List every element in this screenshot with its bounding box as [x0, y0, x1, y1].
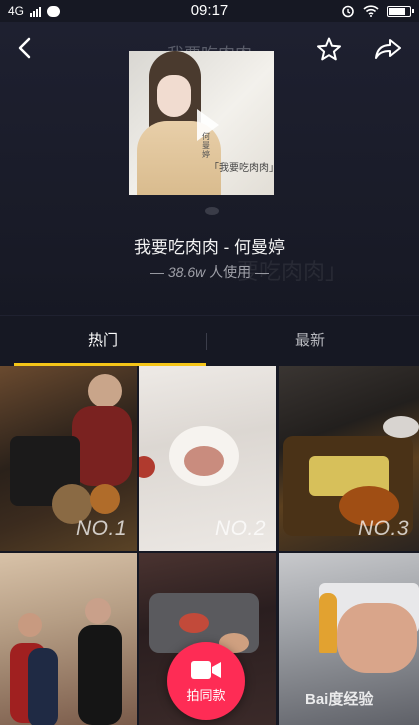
disc-decoration: [205, 207, 219, 215]
share-icon[interactable]: [374, 36, 402, 62]
cover-stamp-text: 「我要吃肉肉」: [209, 163, 274, 174]
status-bar: 4G 09:17: [0, 0, 419, 22]
video-camera-icon: [191, 660, 221, 679]
music-header: 我要吃肉肉 何曼婷 「我要吃肉肉」 要吃肉肉」 我要吃肉肉 - 何曼婷 — 38…: [0, 22, 419, 322]
wifi-icon: [363, 5, 379, 17]
video-thumbnail[interactable]: NO.1: [0, 366, 137, 551]
tab-hot[interactable]: 热门: [0, 316, 206, 366]
star-icon[interactable]: [316, 36, 342, 62]
alarm-icon: [342, 5, 354, 18]
users-number: 38.6w: [167, 264, 206, 280]
rank-label: NO.1: [75, 517, 127, 540]
network-label: 4G: [8, 4, 25, 18]
song-title: 我要吃肉肉 - 何曼婷: [133, 238, 286, 257]
video-thumbnail[interactable]: NO.3: [279, 366, 419, 551]
tab-bar: 热门 最新: [0, 315, 419, 366]
rank-label: NO.2: [214, 517, 266, 540]
message-icon: [47, 5, 61, 17]
cover-artist-text: 何曼婷: [202, 132, 210, 159]
video-thumbnail[interactable]: NO.2: [139, 366, 276, 551]
video-thumbnail[interactable]: [0, 553, 137, 725]
album-cover[interactable]: 何曼婷 「我要吃肉肉」: [129, 51, 274, 195]
signal-icon: [30, 6, 42, 17]
users-count: — 38.6w 人使用 —: [149, 264, 270, 280]
users-label: 人使用: [209, 264, 252, 280]
rank-label: NO.3: [357, 517, 409, 540]
shoot-same-label: 拍同款: [186, 687, 226, 703]
battery-icon: [387, 5, 414, 17]
tab-latest[interactable]: 最新: [207, 316, 413, 366]
shoot-same-button[interactable]: 拍同款: [167, 642, 245, 720]
watermark-text: Bai度经验: [305, 691, 374, 708]
